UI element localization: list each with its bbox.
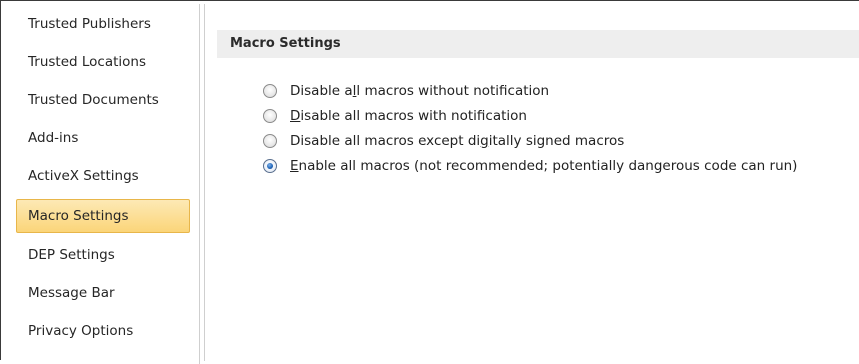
- section-header: Macro Settings: [217, 30, 859, 58]
- option-disable-except-signed[interactable]: Disable all macros except digitally sign…: [263, 130, 624, 152]
- option-enable-all-macros[interactable]: Enable all macros (not recommended; pote…: [263, 155, 797, 177]
- sidebar-item-macro-settings[interactable]: Macro Settings: [16, 199, 190, 233]
- trust-center-window: Trusted Publishers Trusted Locations Tru…: [0, 0, 859, 364]
- sidebar-item-trusted-locations[interactable]: Trusted Locations: [16, 45, 190, 79]
- option-label: Disable all macros without notification: [290, 83, 550, 99]
- option-disable-without-notification[interactable]: Disable all macros without notification: [263, 80, 549, 102]
- option-label: Enable all macros (not recommended; pote…: [290, 158, 798, 174]
- macro-settings-panel: Macro Settings Disable all macros withou…: [204, 4, 859, 361]
- sidebar-item-privacy-options[interactable]: Privacy Options: [16, 314, 190, 348]
- radio-button-checked[interactable]: [263, 159, 277, 173]
- radio-button[interactable]: [263, 109, 277, 123]
- sidebar-item-activex-settings[interactable]: ActiveX Settings: [16, 159, 190, 193]
- sidebar-item-message-bar[interactable]: Message Bar: [16, 276, 190, 310]
- radio-button[interactable]: [263, 134, 277, 148]
- sidebar-item-dep-settings[interactable]: DEP Settings: [16, 238, 190, 272]
- sidebar: Trusted Publishers Trusted Locations Tru…: [4, 4, 200, 364]
- radio-button[interactable]: [263, 84, 277, 98]
- sidebar-item-trusted-documents[interactable]: Trusted Documents: [16, 83, 190, 117]
- option-label: Disable all macros with notification: [290, 108, 527, 124]
- option-label: Disable all macros except digitally sign…: [290, 133, 625, 149]
- sidebar-item-trusted-publishers[interactable]: Trusted Publishers: [16, 7, 190, 41]
- option-disable-with-notification[interactable]: Disable all macros with notification: [263, 105, 527, 127]
- sidebar-item-add-ins[interactable]: Add-ins: [16, 121, 190, 155]
